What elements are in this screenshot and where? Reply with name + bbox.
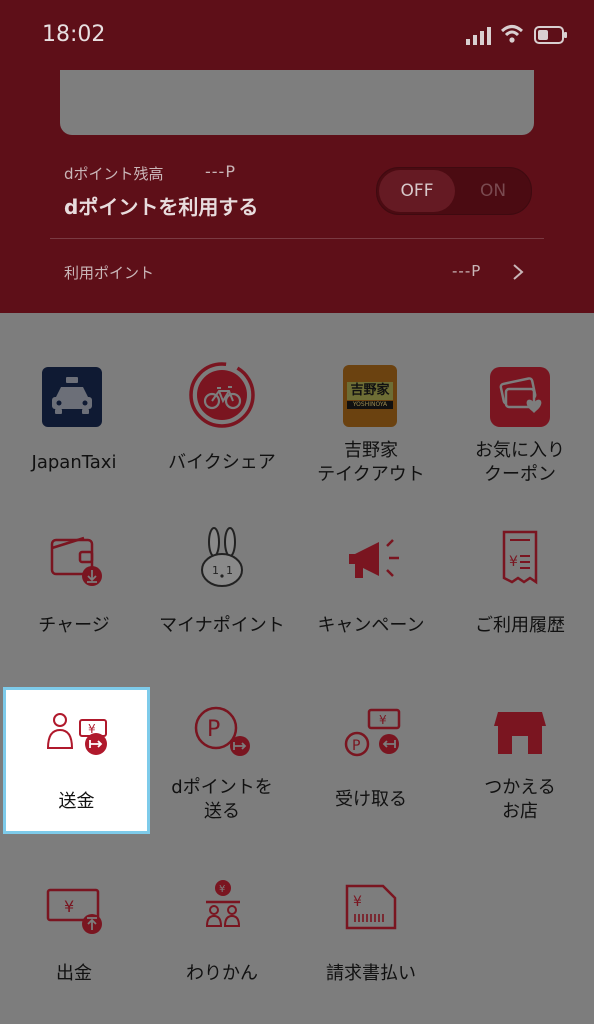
svg-text:P: P [207, 717, 220, 742]
menu-item-label: お気に入り [475, 440, 565, 461]
svg-text:P: P [352, 738, 360, 754]
use-points-toggle[interactable]: OFF ON [376, 167, 532, 215]
send-money-icon: ¥ [46, 713, 107, 755]
svg-text:¥: ¥ [219, 884, 225, 895]
split-bill-icon: ¥ [205, 880, 241, 927]
menu-item-japantaxi[interactable]: JapanTaxi [0, 355, 148, 495]
menu-item-label: JapanTaxi [31, 452, 117, 473]
menu-item-label: チャージ [38, 615, 110, 636]
menu-item-history[interactable]: ¥ ご利用履歴 [446, 520, 594, 660]
menu-item-label: 送る [204, 801, 240, 822]
menu-item-send-money[interactable]: ¥ 送金 [3, 687, 150, 834]
withdraw-icon: ¥ [46, 888, 102, 934]
send-points-icon: P [194, 706, 250, 756]
usage-value: ---P [452, 262, 482, 280]
menu-item-label: クーポン [484, 464, 556, 485]
toggle-off[interactable]: OFF [379, 170, 455, 212]
invoice-icon: ¥ [345, 884, 397, 930]
yoshinoya-logo-subtext: YOSHINOYA [347, 401, 393, 409]
menu-item-label: マイナポイント [159, 615, 285, 636]
menu-item-campaign[interactable]: キャンペーン [297, 520, 445, 660]
yoshinoya-logo-icon: 吉野家 YOSHINOYA [343, 365, 397, 427]
status-time: 18:02 [42, 22, 106, 47]
yoshinoya-logo-text: 吉野家 [347, 382, 393, 400]
status-bar: 18:02 [0, 0, 594, 70]
svg-text:¥: ¥ [509, 554, 518, 570]
menu-item-label: 吉野家 [344, 440, 398, 461]
megaphone-icon [349, 539, 399, 578]
svg-text:¥: ¥ [379, 713, 387, 727]
menu-item-label: キャンペーン [317, 615, 425, 636]
menu-item-label: つかえる [484, 777, 556, 798]
menu-item-charge[interactable]: チャージ [0, 520, 148, 660]
signal-icon [466, 27, 491, 45]
menu-item-label: ご利用履歴 [475, 615, 565, 636]
menu-item-label: 出金 [56, 963, 92, 984]
menu-item-label: 受け取る [335, 789, 407, 810]
menu-item-favorite-coupons[interactable]: お気に入り クーポン [446, 355, 594, 495]
toggle-on[interactable]: ON [457, 170, 529, 212]
balance-value: ---P [205, 162, 236, 181]
menu-item-bikeshare[interactable]: バイクシェア [148, 355, 296, 495]
dcard-panel[interactable] [60, 70, 534, 135]
menu-item-label: 請求書払い [326, 963, 416, 984]
menu-item-send-points[interactable]: P dポイントを 送る [148, 690, 296, 830]
wallet-charge-icon [50, 536, 102, 586]
menu-item-withdraw[interactable]: ¥ 出金 [0, 870, 148, 1010]
menu-item-label: テイクアウト [317, 464, 425, 485]
menu-item-invoice[interactable]: ¥ 請求書払い [297, 870, 445, 1010]
taxi-icon [42, 367, 102, 427]
bicycle-icon [189, 362, 255, 428]
point-header: 18:02 dポイント残高 ---P dポイントを利用する OFF ON 利用ポ… [0, 0, 594, 313]
menu-item-yoshinoya[interactable]: 吉野家 YOSHINOYA 吉野家 テイクアウト [297, 355, 445, 495]
usage-label: 利用ポイント [64, 264, 155, 282]
rabbit-icon: 1 1 [201, 527, 243, 587]
store-icon [494, 712, 546, 754]
menu-item-mynapoint[interactable]: 1 1 マイナポイント [148, 520, 296, 660]
battery-icon [534, 26, 567, 44]
menu-item-receive[interactable]: ¥ P 受け取る [297, 690, 445, 830]
wifi-icon [500, 25, 524, 43]
menu-item-label: わりかん [186, 963, 258, 984]
svg-text:1: 1 [226, 564, 233, 577]
menu-item-label: バイクシェア [168, 452, 276, 473]
receipt-icon: ¥ [502, 530, 538, 585]
svg-text:1: 1 [212, 564, 219, 577]
menu-item-label: dポイントを [171, 777, 273, 798]
use-points-label: dポイントを利用する [64, 195, 259, 219]
menu-item-stores[interactable]: つかえる お店 [446, 690, 594, 830]
menu-item-label: 送金 [58, 791, 95, 812]
divider [50, 238, 544, 239]
chevron-right-icon[interactable] [512, 263, 524, 281]
svg-text:¥: ¥ [64, 897, 74, 916]
receive-icon: ¥ P [344, 708, 401, 757]
svg-text:¥: ¥ [353, 894, 362, 910]
menu-item-split-bill[interactable]: ¥ わりかん [148, 870, 296, 1010]
coupon-heart-icon [490, 367, 550, 427]
balance-label: dポイント残高 [64, 165, 164, 183]
menu-item-label: お店 [502, 801, 538, 822]
